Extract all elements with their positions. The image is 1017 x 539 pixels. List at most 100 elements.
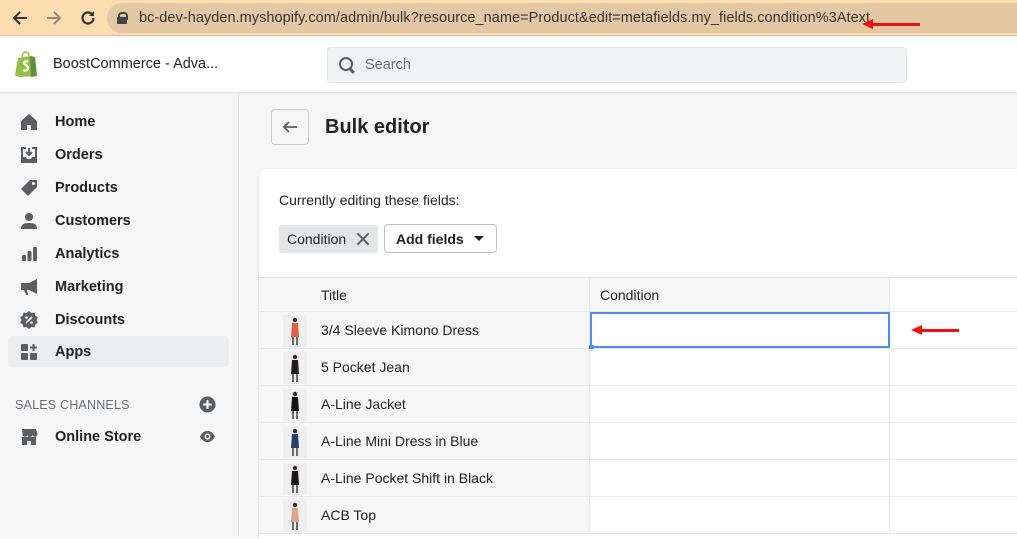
product-title: 3/4 Sleeve Kimono Dress [321, 322, 479, 338]
product-thumbnail [283, 389, 307, 421]
sidebar-item-customers[interactable]: Customers [8, 205, 229, 236]
sidebar-item-label: Home [55, 113, 96, 130]
product-title: A-Line Mini Dress in Blue [321, 433, 479, 449]
discount-icon [19, 310, 39, 330]
column-header-condition: Condition [590, 278, 890, 311]
title-cell[interactable]: 5 Pocket Jean [259, 349, 590, 385]
condition-cell[interactable] [589, 312, 890, 350]
annotation-arrow-cell [911, 325, 959, 335]
table-row: A-Line Jacket [259, 386, 1017, 423]
add-fields-label: Add fields [396, 230, 464, 247]
sidebar-item-marketing[interactable]: Marketing [8, 271, 229, 302]
store-icon [19, 427, 39, 447]
sidebar-item-discounts[interactable]: Discounts [8, 304, 229, 335]
sidebar-item-label: Customers [55, 212, 131, 229]
product-image-icon [283, 315, 307, 347]
address-bar[interactable]: bc-dev-hayden.myshopify.com/admin/bulk?r… [107, 3, 1017, 33]
home-icon [19, 112, 39, 132]
title-cell[interactable]: A-Line Mini Dress in Blue [259, 423, 590, 459]
garment-shape [291, 397, 299, 411]
tag-icon [19, 178, 39, 198]
person-icon [19, 211, 39, 231]
product-image-icon [283, 463, 307, 495]
browser-back-button[interactable] [6, 4, 34, 32]
table-row: A-Line Pocket Shift in Black [259, 460, 1017, 497]
eye-icon[interactable] [199, 428, 216, 445]
product-title: A-Line Pocket Shift in Black [321, 470, 493, 486]
lock-icon [117, 12, 128, 24]
title-cell[interactable]: ACB Top [259, 497, 590, 533]
product-title: ACB Top [321, 507, 376, 523]
annotation-arrow-url [862, 19, 920, 29]
back-button[interactable] [271, 109, 309, 145]
sidebar-item-products[interactable]: Products [8, 172, 229, 203]
sidebar-item-analytics[interactable]: Analytics [8, 238, 229, 269]
arrow-left-icon [282, 121, 297, 133]
column-header-title: Title [259, 278, 590, 311]
editing-fields-label: Currently editing these fields: [279, 192, 460, 208]
store-name[interactable]: BoostCommerce - Adva... [53, 56, 218, 72]
garment-shape [291, 434, 299, 448]
arrow-left-icon [12, 10, 27, 25]
add-fields-button[interactable]: Add fields [384, 224, 497, 253]
bar-chart-icon [19, 244, 39, 264]
sales-channels-title: SALES CHANNELS [15, 398, 130, 412]
browser-toolbar: bc-dev-hayden.myshopify.com/admin/bulk?r… [0, 0, 1017, 36]
product-thumbnail [283, 426, 307, 458]
product-image-icon [283, 426, 307, 458]
sidebar-item-apps[interactable]: Apps [8, 336, 229, 367]
browser-reload-button[interactable] [74, 4, 102, 32]
sidebar-item-orders[interactable]: Orders [8, 139, 229, 170]
table-row: 5 Pocket Jean [259, 349, 1017, 386]
admin-topbar: BoostCommerce - Adva... [0, 37, 1017, 93]
bulk-edit-grid: Title Condition 3/4 Sleeve Kimono Dress 5… [259, 277, 1017, 534]
title-cell[interactable]: A-Line Jacket [259, 386, 590, 422]
sidebar-item-home[interactable]: Home [8, 106, 229, 137]
condition-cell[interactable] [590, 349, 890, 385]
megaphone-icon [19, 277, 39, 297]
title-cell[interactable]: 3/4 Sleeve Kimono Dress [259, 312, 590, 348]
product-thumbnail [283, 315, 307, 347]
sidebar-item-online-store[interactable]: Online Store [8, 421, 229, 452]
product-title: A-Line Jacket [321, 396, 406, 412]
condition-cell[interactable] [590, 423, 890, 459]
table-row: ACB Top [259, 497, 1017, 534]
remove-field-close-icon[interactable] [356, 232, 370, 246]
field-tag-condition: Condition [279, 225, 379, 253]
browser-forward-button[interactable] [40, 4, 68, 32]
add-sales-channel-button[interactable] [199, 396, 216, 413]
arrow-right-icon [47, 10, 62, 25]
sidebar-item-label: Online Store [55, 428, 142, 445]
sidebar-item-label: Analytics [55, 245, 120, 262]
url-text[interactable]: bc-dev-hayden.myshopify.com/admin/bulk?r… [139, 10, 870, 26]
field-tag-label: Condition [287, 231, 347, 247]
product-image-icon [283, 352, 307, 384]
garment-shape [291, 508, 299, 522]
product-image-icon [283, 500, 307, 532]
sidebar-item-label: Products [55, 179, 118, 196]
sidebar-item-label: Apps [55, 343, 92, 360]
product-thumbnail [283, 352, 307, 384]
garment-shape [291, 471, 299, 485]
grid-header-row: Title Condition [259, 278, 1017, 312]
sidebar-item-label: Discounts [55, 311, 126, 328]
condition-cell[interactable] [590, 386, 890, 422]
table-row: A-Line Mini Dress in Blue [259, 423, 1017, 460]
condition-cell[interactable] [590, 460, 890, 496]
product-image-icon [283, 389, 307, 421]
garment-shape [291, 323, 299, 337]
search-icon [338, 56, 356, 74]
bulk-editor-card: Currently editing these fields: Conditio… [259, 169, 1017, 539]
search-input[interactable] [365, 57, 885, 73]
sidebar-item-label: Marketing [55, 278, 124, 295]
reload-icon [81, 10, 95, 25]
product-thumbnail [283, 500, 307, 532]
sidebar: Home Orders Products Customers Analytics… [0, 94, 239, 536]
page-title: Bulk editor [325, 116, 430, 138]
product-thumbnail [283, 463, 307, 495]
caret-down-icon [473, 236, 484, 241]
search-bar[interactable] [327, 47, 907, 83]
garment-shape [291, 360, 299, 374]
condition-cell[interactable] [590, 497, 890, 533]
title-cell[interactable]: A-Line Pocket Shift in Black [259, 460, 590, 496]
